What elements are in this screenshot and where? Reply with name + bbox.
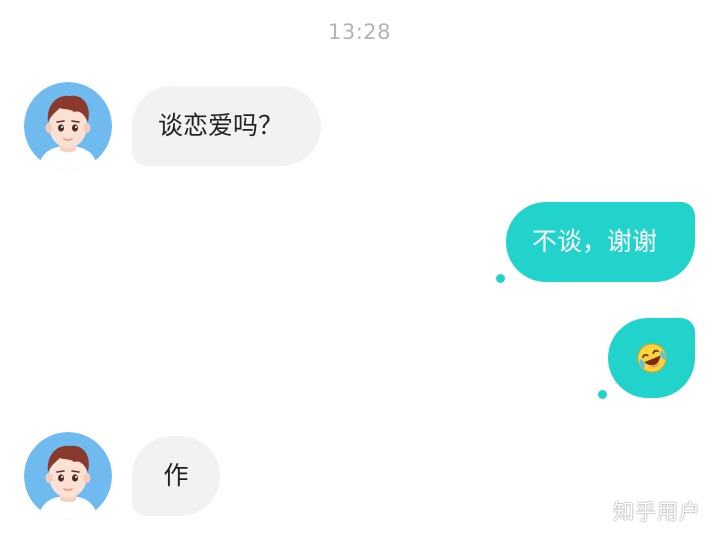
outgoing-message-bubble[interactable]: 不谈，谢谢 — [506, 202, 695, 282]
watermark: 知乎用户 — [613, 500, 701, 524]
sender-avatar[interactable] — [24, 432, 112, 520]
message-tail-dot — [496, 274, 505, 283]
boy-avatar-icon — [24, 82, 112, 170]
message-timestamp: 13:28 — [327, 20, 392, 44]
laughing-crying-emoji-icon — [637, 343, 666, 373]
boy-avatar-icon — [24, 432, 112, 520]
sender-avatar[interactable] — [24, 82, 112, 170]
incoming-message-bubble[interactable]: 作 — [132, 436, 220, 516]
outgoing-emoji-bubble[interactable] — [608, 318, 695, 398]
message-tail-dot — [598, 390, 607, 399]
incoming-message-bubble[interactable]: 谈恋爱吗？ — [132, 86, 321, 166]
